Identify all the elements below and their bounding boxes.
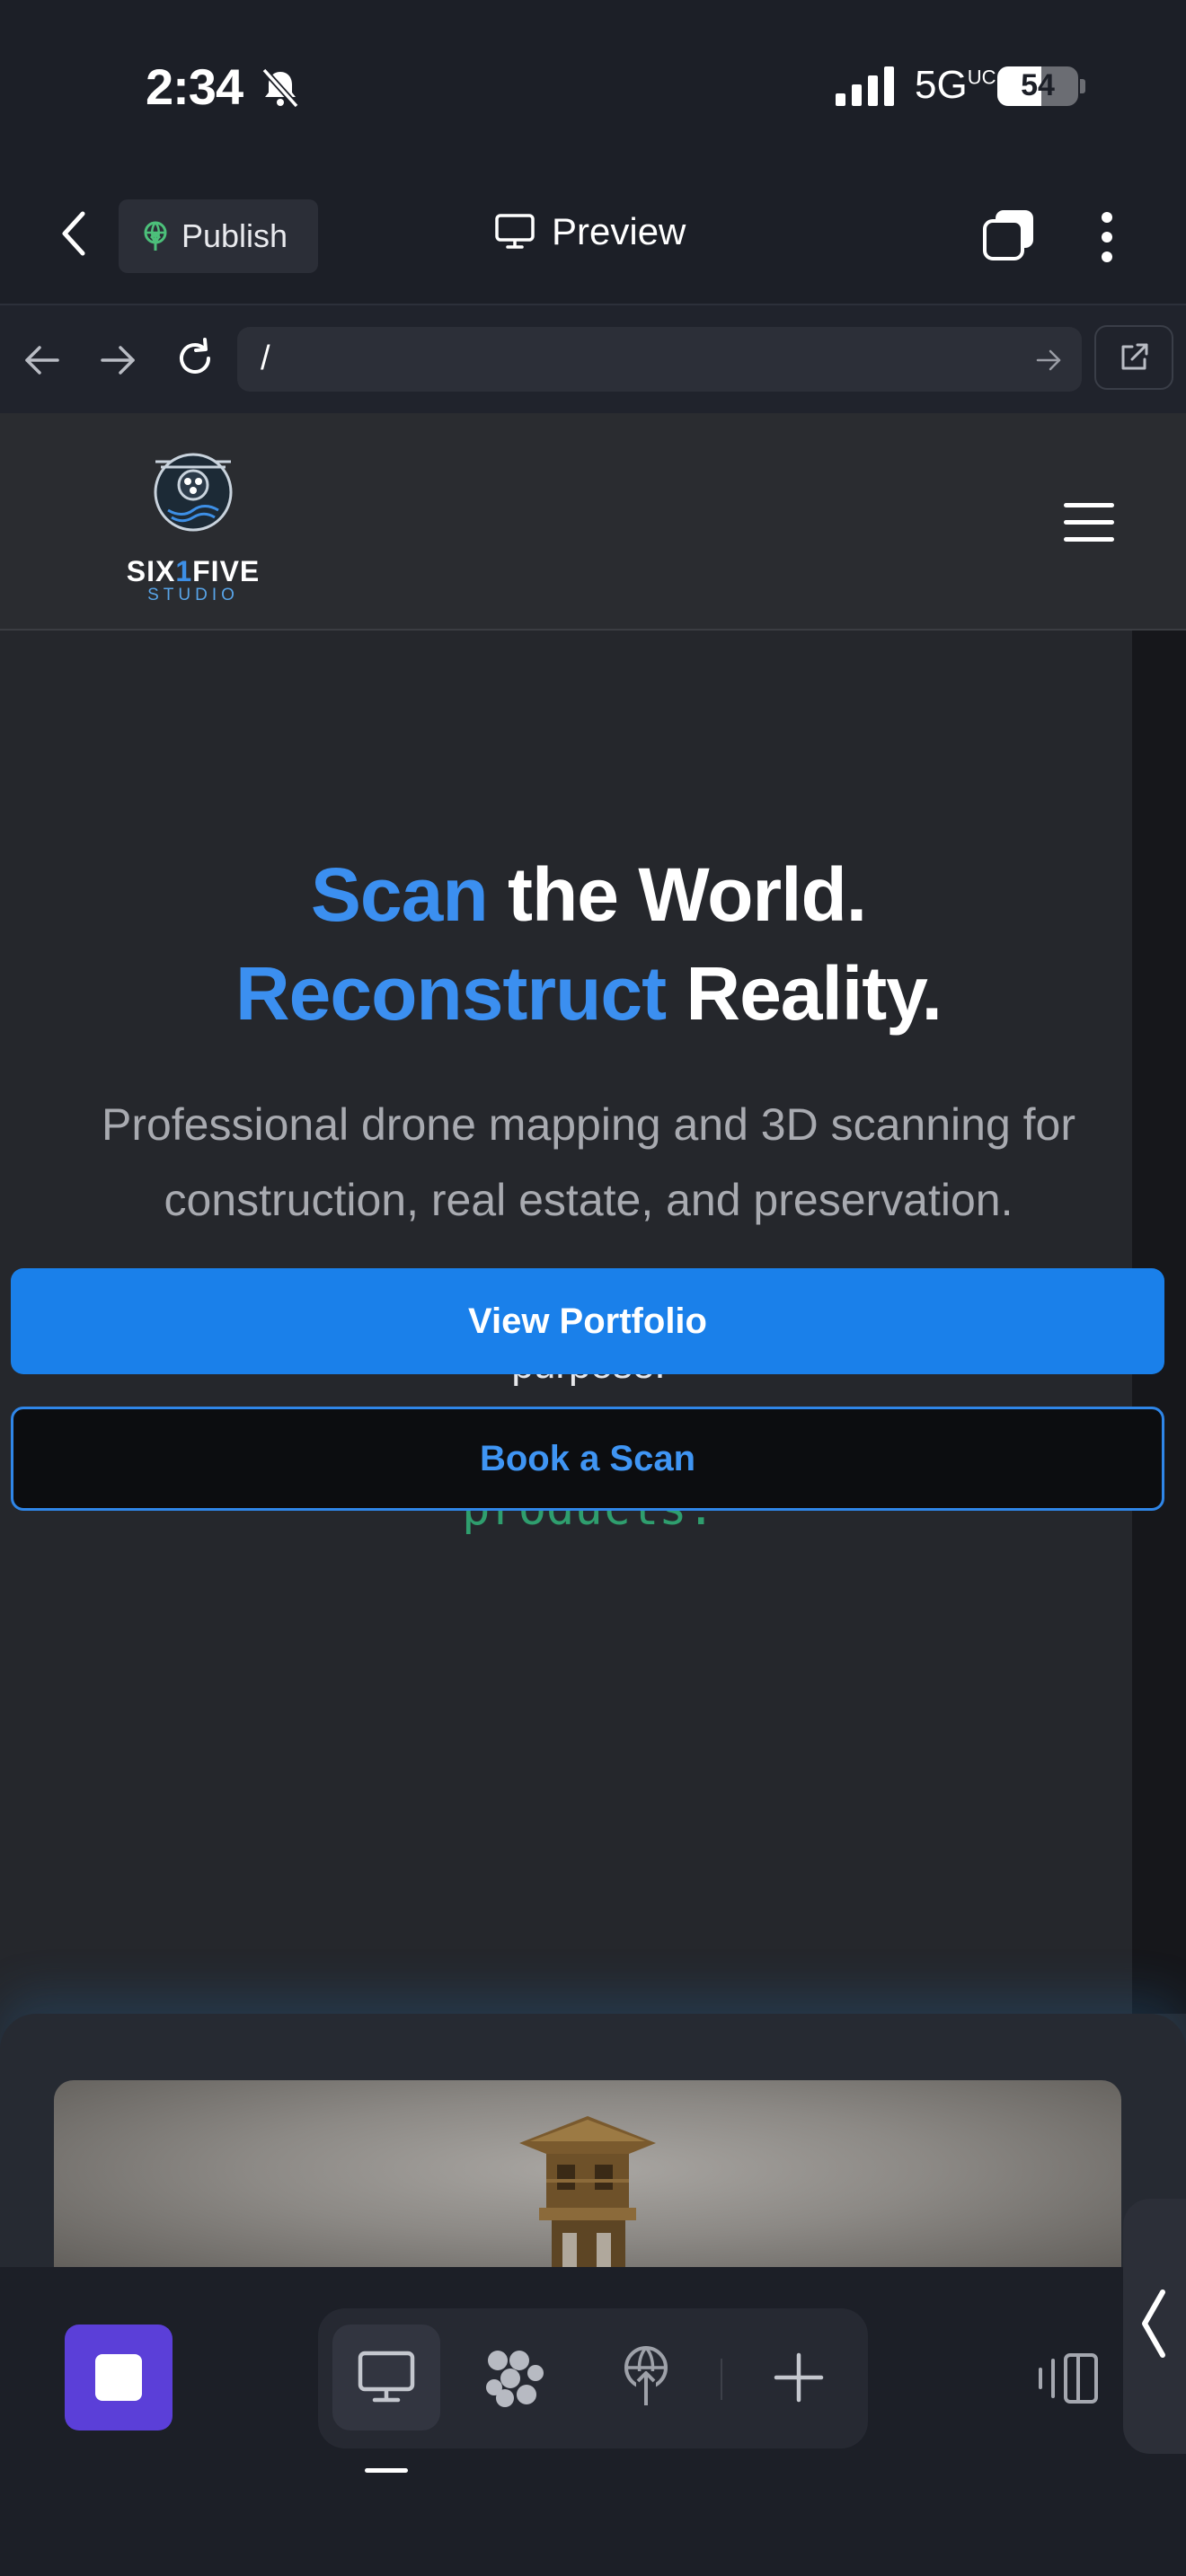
watchtower-illustration bbox=[519, 2116, 656, 2267]
url-input[interactable]: / bbox=[237, 327, 1082, 392]
monitor-icon bbox=[495, 214, 535, 249]
back-button[interactable] bbox=[50, 205, 99, 262]
more-options-icon[interactable] bbox=[1089, 208, 1125, 266]
view-portfolio-button[interactable]: View Portfolio bbox=[11, 1268, 1164, 1374]
toolbar-divider bbox=[721, 2359, 722, 2400]
drone-logo-icon bbox=[154, 453, 233, 532]
reload-icon[interactable] bbox=[173, 336, 217, 381]
tower-scan-image bbox=[54, 2080, 1121, 2267]
add-icon[interactable] bbox=[767, 2346, 830, 2409]
url-text: / bbox=[261, 340, 270, 377]
desktop-icon[interactable] bbox=[355, 2346, 418, 2409]
site-header: SIX1FIVE STUDIO bbox=[0, 413, 1186, 631]
hero-lead: Professional drone mapping and 3D scanni… bbox=[101, 1099, 1075, 1225]
publish-icon bbox=[144, 221, 167, 251]
logo-wordmark: SIX1FIVE bbox=[126, 555, 261, 587]
stop-icon bbox=[95, 2354, 142, 2401]
logo-subtitle: STUDIO bbox=[147, 586, 239, 604]
arrow-left-icon[interactable] bbox=[22, 340, 63, 381]
go-arrow-icon[interactable] bbox=[1035, 347, 1062, 374]
hero-title-line-2: Reconstruct Reality. bbox=[235, 951, 943, 1036]
menu-icon[interactable] bbox=[1064, 503, 1114, 543]
arrow-right-icon[interactable] bbox=[97, 340, 138, 381]
copy-icon[interactable] bbox=[981, 207, 1037, 262]
active-tab-indicator bbox=[365, 2468, 408, 2473]
external-link-icon bbox=[1121, 343, 1148, 370]
preview-label: Preview bbox=[552, 210, 686, 252]
preview-toggle[interactable]: Preview bbox=[494, 210, 686, 253]
status-time: 2:34 bbox=[146, 58, 243, 115]
site-logo[interactable]: SIX1FIVE STUDIO bbox=[63, 431, 323, 611]
network-type: 5GUC bbox=[915, 63, 996, 107]
battery-indicator: 54 bbox=[997, 66, 1078, 106]
battery-nub bbox=[1080, 79, 1085, 93]
chevron-left-icon bbox=[1142, 2289, 1165, 2358]
hero-title-line-1: Scan the World. bbox=[310, 852, 867, 937]
components-icon[interactable] bbox=[483, 2346, 546, 2409]
stop-button[interactable] bbox=[65, 2325, 173, 2430]
publish-globe-icon[interactable] bbox=[615, 2344, 677, 2407]
publish-button[interactable]: Publish bbox=[119, 199, 318, 273]
bell-muted-icon bbox=[261, 67, 299, 109]
publish-label: Publish bbox=[181, 217, 288, 254]
open-external-button[interactable] bbox=[1094, 325, 1173, 390]
site-preview: SIX1FIVE STUDIO Scan the World. Reconstr… bbox=[0, 413, 1186, 2267]
book-scan-button[interactable]: Book a Scan bbox=[11, 1407, 1164, 1511]
battery-level: 54 bbox=[1021, 68, 1055, 102]
panel-toggle-icon[interactable] bbox=[1035, 2350, 1100, 2407]
signal-icon bbox=[836, 66, 894, 106]
side-drawer-tab[interactable] bbox=[1123, 2199, 1186, 2454]
